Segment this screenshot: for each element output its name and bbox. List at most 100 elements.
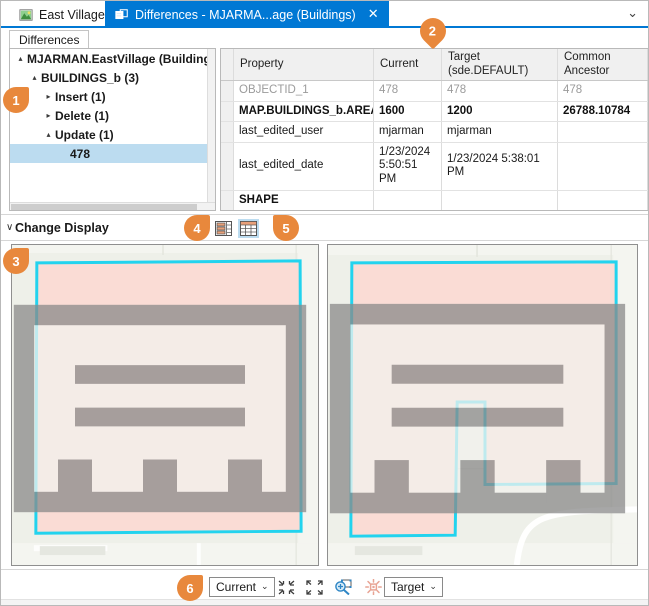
column-header-property[interactable]: Property [234,49,374,81]
chevron-expanded-icon[interactable]: ▴ [14,55,27,63]
cell-property: SHAPE [234,190,374,211]
tab-east-village[interactable]: East Village [9,1,115,28]
column-header-common-ancestor[interactable]: Common Ancestor [558,49,648,81]
cell-current: 1600 [374,101,442,122]
tree-node-label: 478 [70,147,90,161]
tree-node-buildings[interactable]: ▴ BUILDINGS_b (3) [10,68,215,87]
differences-window: East Village Differences - MJARMA...age … [0,0,649,606]
table-row[interactable]: last_edited_user mjarman mjarman [221,122,648,143]
column-header-target[interactable]: Target (sde.DEFAULT) [442,49,558,81]
chevron-expanded-icon[interactable]: ▴ [42,131,55,139]
callout-3: 3 [3,248,29,274]
cell-ancestor [558,122,648,143]
callout-5: 5 [273,215,299,241]
basemap-attribution-icon[interactable] [11,244,313,560]
current-geometry-map[interactable] [11,244,319,566]
collapse-inward-button[interactable] [275,577,297,597]
callout-4: 4 [184,215,210,241]
callout-1: 1 [3,87,29,113]
cell-ancestor: 26788.10784 [558,101,648,122]
tree-node-root[interactable]: ▴ MJARMAN.EastVillage (Buildings) (3) [10,49,215,68]
cell-current: mjarman [374,122,442,143]
tree-node-label: BUILDINGS_b (3) [41,71,139,85]
differences-grid[interactable]: Property Current Target (sde.DEFAULT) Co… [220,48,648,211]
side-by-side-view-button[interactable] [238,219,259,238]
side-by-side-view-icon [240,221,257,236]
chevron-down-icon: ⌄ [429,582,437,592]
chevron-down-icon[interactable]: ∨ [6,222,13,233]
tree-vertical-scrollbar[interactable] [207,49,215,210]
cell-current: 478 [374,81,442,102]
chevron-down-icon[interactable]: ⌄ [627,6,638,21]
sub-tab-strip: Differences [1,28,648,48]
zoom-to-selection-icon [334,579,352,595]
row-selector[interactable] [221,190,234,211]
chevron-expanded-icon[interactable]: ▴ [28,74,41,82]
sub-tab-differences[interactable]: Differences [9,30,89,50]
cell-property: OBJECTID_1 [234,81,374,102]
chevron-collapsed-icon[interactable]: ▸ [42,93,55,101]
target-geometry-map[interactable] [327,244,638,566]
map-toolbar: Current ⌄ [1,569,648,605]
row-selector[interactable] [221,81,234,102]
close-icon[interactable]: ✕ [368,8,379,21]
scrollbar-thumb[interactable] [11,204,197,210]
tab-differences[interactable]: Differences - MJARMA...age (Buildings) ✕ [105,1,389,28]
collapse-inward-icon [278,580,295,595]
stacked-view-button[interactable] [213,219,234,238]
cell-target [442,190,558,211]
change-display-label: Change Display [15,221,109,235]
tree-node-delete[interactable]: ▸ Delete (1) [10,106,215,125]
row-selector[interactable] [221,122,234,143]
cell-current [374,190,442,211]
tree-node-label: Insert (1) [55,90,106,104]
right-map-source-value: Target [391,581,424,593]
chevron-down-icon: ⌄ [261,582,269,592]
sub-tab-differences-label: Differences [19,33,79,47]
table-row[interactable]: OBJECTID_1 478 478 478 [221,81,648,102]
table-row[interactable]: MAP.BUILDINGS_b.AREA 1600 1200 26788.107… [221,101,648,122]
right-map-source-dropdown[interactable]: Target ⌄ [384,577,443,597]
cell-target: 1200 [442,101,558,122]
differences-tree[interactable]: ▴ MJARMAN.EastVillage (Buildings) (3) ▴ … [9,48,216,211]
column-header-current[interactable]: Current [374,49,442,81]
tree-node-label: Update (1) [55,128,114,142]
callout-1-number: 1 [12,93,19,108]
tab-east-village-label: East Village [39,8,105,22]
cell-target: mjarman [442,122,558,143]
tree-node-label: Delete (1) [55,109,109,123]
map-tab-icon [19,8,33,22]
basemap-attribution-icon[interactable] [327,244,632,560]
tree-node-insert[interactable]: ▸ Insert (1) [10,87,215,106]
upper-region: ▴ MJARMAN.EastVillage (Buildings) (3) ▴ … [1,48,648,214]
map-comparison-area [1,241,648,569]
change-display-bar: ∨ Change Display [1,214,648,241]
cell-property: MAP.BUILDINGS_b.AREA [234,101,374,122]
stacked-view-icon [215,221,232,236]
left-map-source-dropdown[interactable]: Current ⌄ [209,577,275,597]
row-selector[interactable] [221,101,234,122]
callout-5-number: 5 [282,221,289,236]
cell-target: 478 [442,81,558,102]
tree-node-update[interactable]: ▴ Update (1) [10,125,215,144]
tree-horizontal-scrollbar[interactable] [10,202,215,210]
callout-6: 6 [177,575,203,601]
expand-outward-button[interactable] [303,577,325,597]
tab-differences-label: Differences - MJARMA...age (Buildings) [135,8,356,22]
chevron-collapsed-icon[interactable]: ▸ [42,112,55,120]
callout-4-number: 4 [193,221,200,236]
table-row[interactable]: SHAPE [221,190,648,211]
cell-ancestor: 478 [558,81,648,102]
cell-target: 1/23/2024 5:38:01 PM [442,142,558,190]
row-header-corner [221,49,234,81]
cell-current: 1/23/2024 5:50:51 PM [374,142,442,190]
tree-node-label: MJARMAN.EastVillage (Buildings) (3) [27,52,216,66]
row-selector[interactable] [221,142,234,190]
flash-feature-button[interactable] [362,577,384,597]
callout-3-number: 3 [12,254,19,269]
table-header-row: Property Current Target (sde.DEFAULT) Co… [221,49,648,81]
table-row[interactable]: last_edited_date 1/23/2024 5:50:51 PM 1/… [221,142,648,190]
zoom-to-selection-button[interactable] [332,577,354,597]
tree-node-feature-478[interactable]: 478 [10,144,215,163]
cell-property: last_edited_date [234,142,374,190]
